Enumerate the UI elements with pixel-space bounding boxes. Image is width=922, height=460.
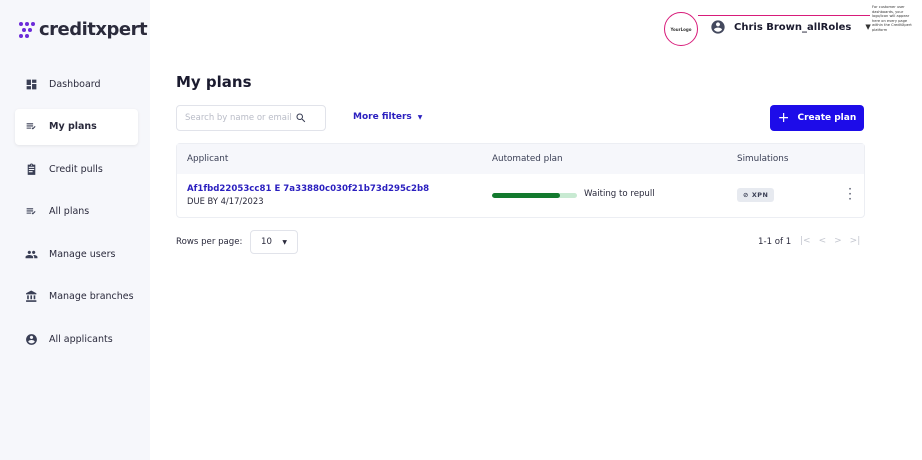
sidebar-item-all-plans[interactable]: All plans (15, 194, 138, 230)
rows-per-page-value: 10 (261, 237, 272, 247)
sidebar-item-dashboard[interactable]: Dashboard (15, 66, 138, 102)
next-page-icon[interactable]: > (834, 236, 842, 246)
sidebar-item-label: Manage branches (49, 291, 134, 302)
page-nav: |< < > >| (800, 236, 860, 246)
sidebar-item-label: All applicants (49, 333, 113, 345)
search-input[interactable] (185, 113, 295, 123)
sidebar-item-manage-branches[interactable]: Manage branches (15, 279, 138, 315)
search-icon[interactable] (295, 112, 307, 124)
more-filters-button[interactable]: More filters ▼ (353, 112, 422, 122)
column-header-automated-plan[interactable]: Automated plan (492, 154, 563, 164)
due-date: DUE BY 4/17/2023 (187, 196, 264, 206)
last-page-icon[interactable]: >| (850, 236, 861, 246)
list-check-icon (25, 205, 38, 218)
logo-placeholder-text: YourLogo (670, 26, 692, 32)
table-header: Applicant Automated plan Simulations (177, 144, 864, 174)
sidebar-item-my-plans[interactable]: My plans (15, 108, 138, 145)
create-plan-button[interactable]: + Create plan (770, 105, 864, 131)
page-title: My plans (176, 73, 252, 91)
more-filters-label: More filters (353, 112, 412, 122)
sidebar-item-label: My plans (49, 121, 97, 132)
check-circle-icon: ⊘ (743, 191, 749, 199)
brand-mark-icon (19, 21, 35, 38)
column-header-applicant[interactable]: Applicant (187, 154, 228, 164)
callout-note: For customer user dashboards, your logo/… (872, 5, 912, 32)
table-row[interactable]: Af1fbd22053cc81 E 7a33880c030f21b73d295c… (177, 174, 864, 218)
simulation-badge-label: XPN (751, 191, 769, 199)
user-menu[interactable]: Chris Brown_allRoles ▼ (710, 19, 871, 35)
clipboard-icon (25, 163, 38, 176)
customer-logo-placeholder: YourLogo (664, 12, 698, 46)
prev-page-icon[interactable]: < (819, 236, 827, 246)
create-plan-label: Create plan (797, 113, 857, 123)
plan-progress-fill (492, 193, 560, 198)
plus-icon: + (777, 110, 790, 126)
caret-down-icon: ▼ (282, 238, 287, 246)
sidebar-item-manage-users[interactable]: Manage users (15, 236, 138, 272)
dashboard-icon (25, 78, 38, 91)
applicant-link[interactable]: Af1fbd22053cc81 E 7a33880c030f21b73d295c… (187, 184, 429, 194)
first-page-icon[interactable]: |< (800, 236, 811, 246)
simulation-badge[interactable]: ⊘ XPN (737, 188, 775, 202)
account-circle-icon (710, 19, 726, 35)
plan-progress-bar (492, 193, 577, 198)
sidebar-item-label: Manage users (49, 248, 116, 260)
rows-per-page-label: Rows per page: (176, 237, 243, 247)
plans-table: Applicant Automated plan Simulations Af1… (176, 143, 865, 218)
users-icon (25, 248, 38, 261)
brand-name: creditxpert (39, 19, 148, 40)
sidebar-item-label: Credit pulls (49, 163, 103, 175)
sidebar-item-label: Dashboard (49, 78, 101, 90)
column-header-simulations[interactable]: Simulations (737, 154, 788, 164)
callout-line (698, 15, 870, 16)
caret-down-icon: ▼ (417, 113, 423, 121)
bank-icon (25, 290, 38, 303)
sidebar: creditxpert Dashboard My plans Credit pu… (0, 0, 150, 460)
search-box (176, 105, 326, 131)
brand-logo[interactable]: creditxpert (19, 19, 148, 40)
list-check-icon (25, 120, 38, 133)
sidebar-item-label: All plans (49, 206, 90, 217)
account-circle-icon (25, 333, 38, 346)
pagination: Rows per page: 10 ▼ 1-1 of 1 |< < > >| (176, 230, 865, 254)
user-name: Chris Brown_allRoles (734, 21, 852, 33)
more-vertical-icon[interactable]: · · · (845, 183, 855, 205)
sidebar-item-all-applicants[interactable]: All applicants (15, 321, 138, 357)
rows-per-page-select[interactable]: 10 ▼ (250, 230, 298, 254)
caret-down-icon: ▼ (865, 23, 871, 31)
plan-status: Waiting to repull (584, 189, 655, 199)
sidebar-item-credit-pulls[interactable]: Credit pulls (15, 151, 138, 187)
sidebar-nav: Dashboard My plans Credit pulls All plan… (15, 66, 138, 364)
page-range: 1-1 of 1 (758, 237, 792, 247)
